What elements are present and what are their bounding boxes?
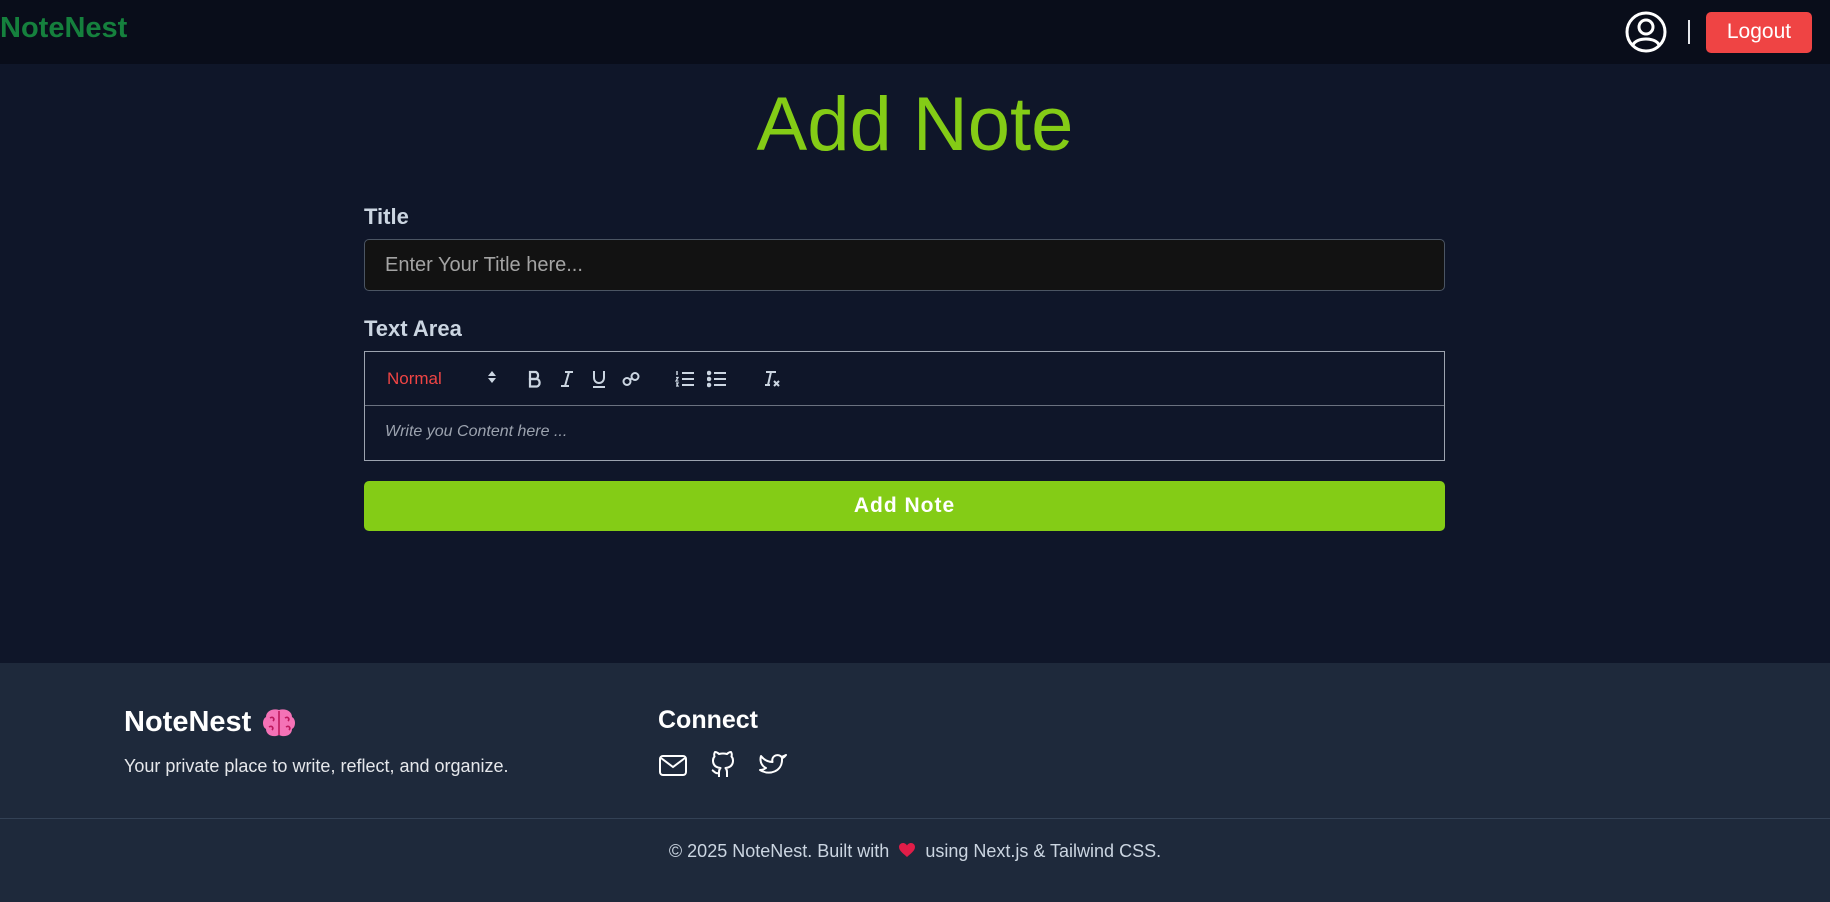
title-input[interactable] (364, 239, 1445, 291)
link-icon[interactable] (615, 364, 647, 394)
footer-brand: NoteNest (124, 706, 297, 739)
copyright-suffix: using Next.js & Tailwind CSS. (925, 841, 1162, 861)
top-navbar: NoteNest Logout (0, 0, 1830, 64)
italic-icon[interactable] (551, 364, 583, 394)
bullet-list-icon[interactable] (701, 364, 733, 394)
footer-brand-name: NoteNest (124, 706, 252, 738)
copyright: © 2025 NoteNest. Built with using Next.j… (0, 841, 1830, 863)
user-circle-icon[interactable] (1624, 10, 1668, 54)
add-note-button[interactable]: Add Note (364, 481, 1445, 531)
footer-tagline: Your private place to write, reflect, an… (124, 756, 509, 776)
heart-icon (898, 842, 916, 863)
social-links (658, 750, 788, 780)
brand-logo[interactable]: NoteNest (0, 13, 127, 43)
rich-text-editor: Normal Write you Content here ... (364, 351, 1445, 461)
ordered-list-icon[interactable] (669, 364, 701, 394)
header-format-select[interactable]: Normal (387, 369, 497, 389)
logout-button[interactable]: Logout (1706, 11, 1812, 53)
add-note-section: Add Note Title Text Area Normal (0, 64, 1830, 663)
page-title: Add Note (756, 82, 1074, 167)
editor-content-area[interactable]: Write you Content here ... (365, 406, 1444, 460)
navbar-actions: Logout (1624, 10, 1830, 54)
mail-icon[interactable] (658, 750, 688, 780)
brain-icon (261, 707, 297, 739)
site-footer: NoteNest Your private place to write, re… (0, 663, 1830, 902)
bold-icon[interactable] (519, 364, 551, 394)
underline-icon[interactable] (583, 364, 615, 394)
twitter-icon[interactable] (758, 750, 788, 780)
copyright-prefix: © 2025 NoteNest. Built with (668, 841, 890, 861)
clear-format-icon[interactable] (755, 364, 787, 394)
github-icon[interactable] (708, 750, 738, 780)
connect-heading: Connect (658, 706, 758, 734)
title-label: Title (364, 204, 409, 229)
text-area-label: Text Area (364, 316, 462, 341)
footer-divider (0, 818, 1830, 819)
navbar-divider (1688, 20, 1690, 44)
editor-toolbar: Normal (365, 352, 1444, 406)
select-arrows-icon (487, 369, 497, 389)
header-format-value: Normal (387, 368, 442, 388)
